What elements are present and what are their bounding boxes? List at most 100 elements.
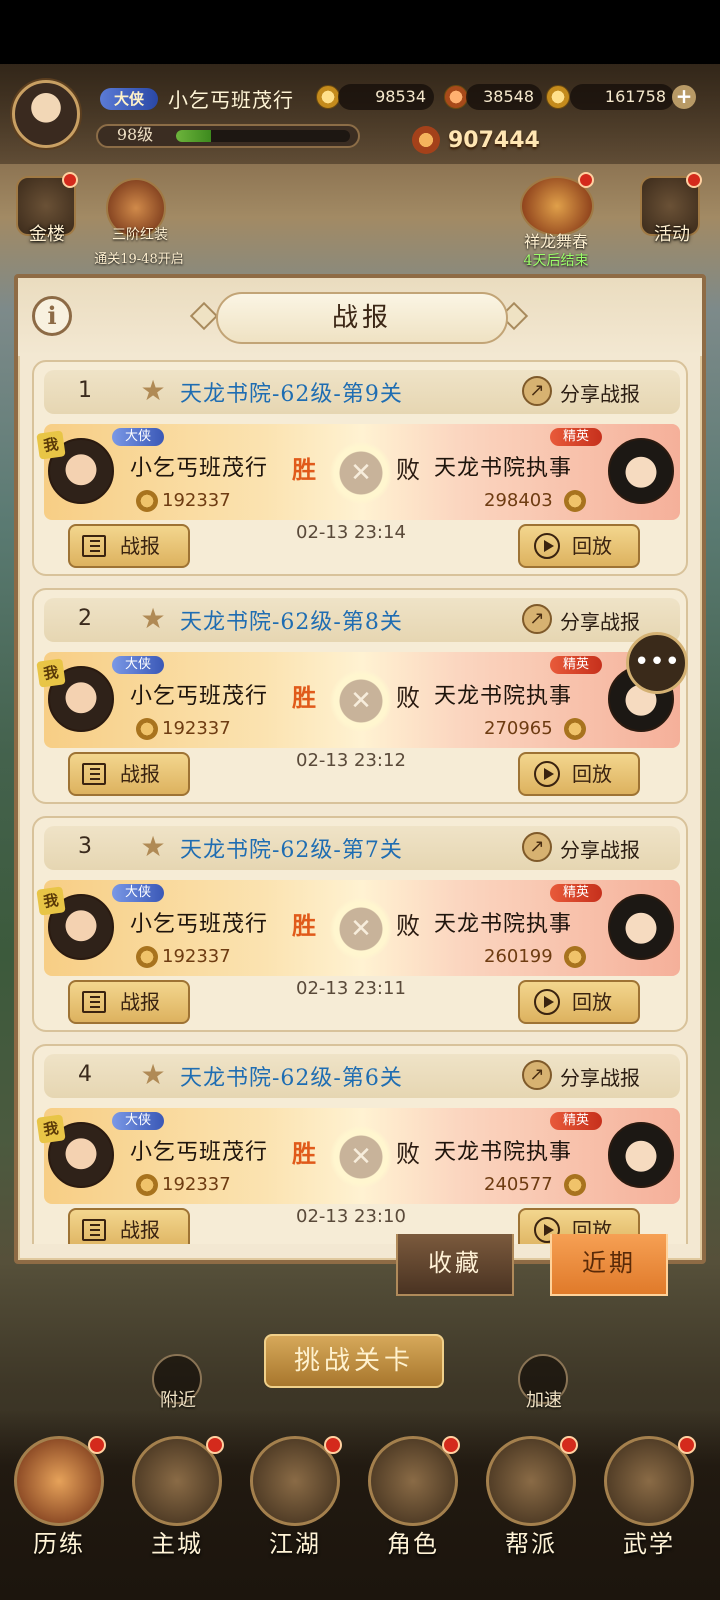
enemy-rank-tag: 精英: [550, 884, 602, 902]
nav-red-dot: [442, 1436, 460, 1454]
power-icon: [564, 718, 586, 740]
star-icon[interactable]: ★: [138, 1060, 168, 1090]
result-win: 胜: [292, 683, 316, 712]
nav-item-martial-arts[interactable]: 武学: [594, 1430, 704, 1560]
power-icon: [564, 1174, 586, 1196]
battle-time: 02-13 23:12: [296, 750, 406, 771]
system-status-bar: [0, 0, 720, 64]
top-hud: [0, 64, 720, 164]
result-win: 胜: [292, 911, 316, 940]
view-report-button[interactable]: 战报: [68, 1208, 190, 1244]
result-lose: 败: [396, 1140, 420, 1168]
tab-recent[interactable]: 近期: [550, 1234, 668, 1296]
stage-name: 天龙书院-62级-第7关: [180, 838, 403, 863]
enemy-name: 天龙书院执事: [434, 912, 573, 937]
player-rank-tag: 大侠: [112, 428, 164, 446]
enemy-power: 270965: [484, 718, 553, 739]
player-power: 192337: [162, 1174, 231, 1195]
stage-name: 天龙书院-62级-第6关: [180, 1066, 403, 1091]
nav-red-dot: [206, 1436, 224, 1454]
player-power: 192337: [162, 718, 231, 739]
crossed-swords-icon: ✕: [330, 1126, 392, 1188]
share-icon[interactable]: ↗: [522, 1060, 552, 1090]
golden-tower-red-dot: [62, 172, 78, 188]
share-report-button[interactable]: 分享战报: [560, 1062, 640, 1091]
report-card: 4 ★ 天龙书院-62级-第6关 ↗ 分享战报 我 大侠 小乞丐班茂行 胜 ✕ …: [32, 1044, 688, 1244]
result-lose: 败: [396, 912, 420, 940]
level-progress-fill: [176, 130, 211, 142]
enemy-portrait: [608, 894, 674, 960]
report-index: 3: [78, 834, 92, 859]
combat-power: 907444: [448, 128, 540, 153]
nav-label: 帮派: [505, 1530, 557, 1558]
player-rank-badge: 大侠: [100, 88, 158, 110]
view-report-button[interactable]: 战报: [68, 752, 190, 796]
info-icon[interactable]: i: [32, 296, 72, 336]
nav-item-main-city[interactable]: 主城: [122, 1430, 232, 1560]
tab-favorites[interactable]: 收藏: [396, 1234, 514, 1296]
star-icon[interactable]: ★: [138, 604, 168, 634]
play-icon: [534, 989, 560, 1015]
player-rank-tag: 大侠: [112, 884, 164, 902]
replay-button[interactable]: 回放: [518, 980, 640, 1024]
player-name: 小乞丐班茂行: [130, 1140, 269, 1165]
share-icon[interactable]: ↗: [522, 604, 552, 634]
combat-power-icon: [412, 126, 440, 154]
report-card-header: 4 ★ 天龙书院-62级-第6关 ↗ 分享战报: [44, 1054, 680, 1098]
star-icon[interactable]: ★: [138, 832, 168, 862]
enemy-name: 天龙书院执事: [434, 684, 573, 709]
replay-button[interactable]: 回放: [518, 752, 640, 796]
nav-item-guild[interactable]: 帮派: [476, 1430, 586, 1560]
crossed-swords-icon: ✕: [330, 898, 392, 960]
share-report-button[interactable]: 分享战报: [560, 378, 640, 407]
golden-tower-label: 金楼: [29, 224, 65, 245]
speedup-label: 加速: [526, 1390, 562, 1411]
view-report-label: 战报: [120, 990, 160, 1014]
view-report-button[interactable]: 战报: [68, 980, 190, 1024]
share-report-button[interactable]: 分享战报: [560, 834, 640, 863]
nav-item-jianghu[interactable]: 江湖: [240, 1430, 350, 1560]
view-report-button[interactable]: 战报: [68, 524, 190, 568]
nav-label: 武学: [623, 1530, 675, 1558]
result-win: 胜: [292, 455, 316, 484]
power-icon: [136, 1174, 158, 1196]
player-avatar[interactable]: [12, 80, 80, 148]
enemy-power: 260199: [484, 946, 553, 967]
replay-button[interactable]: 回放: [518, 524, 640, 568]
view-report-label: 战报: [120, 1218, 160, 1242]
nav-item-character[interactable]: 角色: [358, 1430, 468, 1560]
player-power: 192337: [162, 490, 231, 511]
player-name: 小乞丐班茂行: [168, 88, 294, 112]
battle-time: 02-13 23:10: [296, 1206, 406, 1227]
report-card: 1 ★ 天龙书院-62级-第9关 ↗ 分享战报 我 大侠 小乞丐班茂行 胜 ✕ …: [32, 360, 688, 576]
add-gold-plus-icon[interactable]: +: [672, 85, 696, 109]
player-level: 98级: [116, 125, 154, 144]
star-icon[interactable]: ★: [138, 376, 168, 406]
nav-item-training[interactable]: 历练: [4, 1430, 114, 1560]
nav-label: 主城: [151, 1530, 203, 1558]
list-icon: [82, 991, 106, 1013]
enemy-portrait: [608, 1122, 674, 1188]
report-card-header: 2 ★ 天龙书院-62级-第8关 ↗ 分享战报: [44, 598, 680, 642]
chat-bubble-icon[interactable]: •••: [626, 632, 688, 694]
nav-label: 江湖: [269, 1530, 321, 1558]
report-list[interactable]: 1 ★ 天龙书院-62级-第9关 ↗ 分享战报 我 大侠 小乞丐班茂行 胜 ✕ …: [30, 360, 690, 1244]
share-icon[interactable]: ↗: [522, 832, 552, 862]
power-icon: [136, 946, 158, 968]
play-icon: [534, 761, 560, 787]
report-index: 4: [78, 1062, 92, 1087]
power-icon: [564, 490, 586, 512]
share-icon[interactable]: ↗: [522, 376, 552, 406]
nav-label: 角色: [387, 1530, 439, 1558]
player-name: 小乞丐班茂行: [130, 684, 269, 709]
list-icon: [82, 763, 106, 785]
challenge-stage-button[interactable]: 挑战关卡: [264, 1334, 444, 1388]
dragon-festival-red-dot: [578, 172, 594, 188]
share-report-button[interactable]: 分享战报: [560, 606, 640, 635]
enemy-portrait: [608, 438, 674, 504]
result-lose: 败: [396, 684, 420, 712]
stage-name: 天龙书院-62级-第9关: [180, 382, 403, 407]
nav-red-dot: [678, 1436, 696, 1454]
player-power: 192337: [162, 946, 231, 967]
view-report-label: 战报: [120, 762, 160, 786]
